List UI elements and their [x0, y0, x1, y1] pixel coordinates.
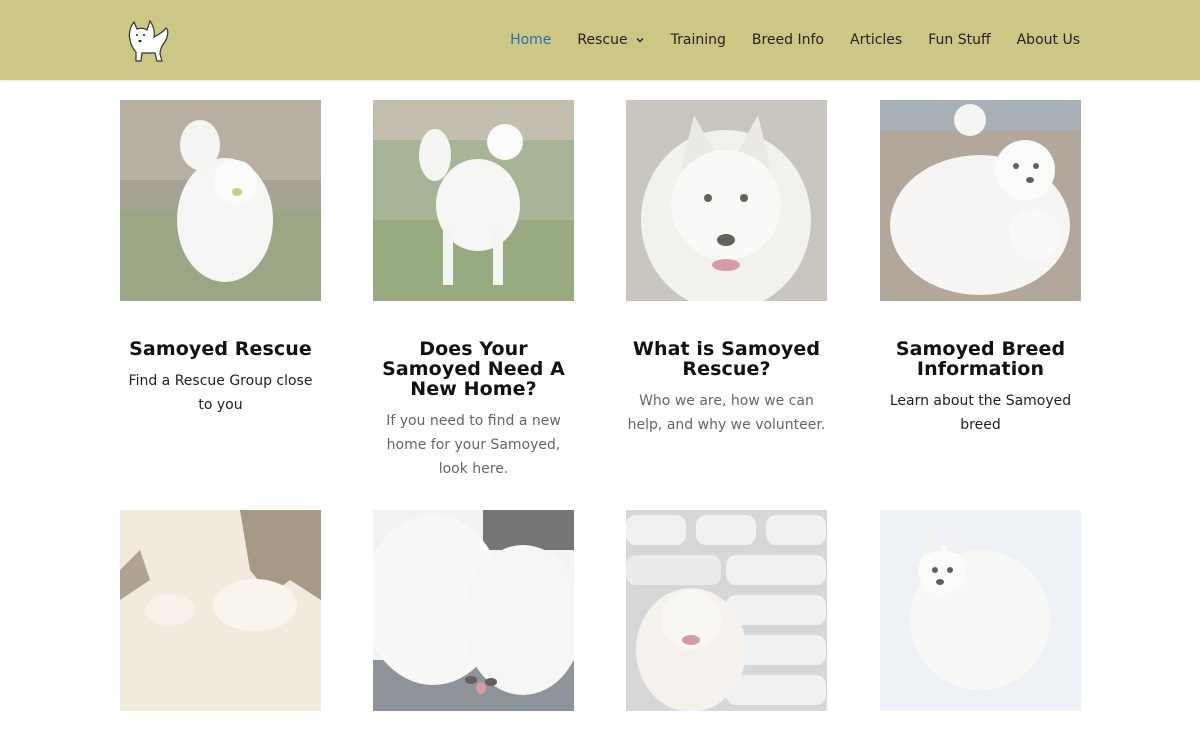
card-title[interactable]: Does Your Samoyed Need A New Home?	[373, 339, 574, 399]
samoyed-logo-icon[interactable]	[122, 18, 172, 64]
dog-with-bark-bags-photo[interactable]	[626, 510, 827, 711]
dog-portrait-photo[interactable]	[626, 100, 827, 301]
dogs-in-snow-photo[interactable]	[120, 510, 321, 711]
puppies-photo[interactable]	[880, 100, 1081, 301]
site-header: Home Rescue Training Breed Info Articles…	[0, 0, 1200, 80]
card-what-is-rescue: What is Samoyed Rescue? Who we are, how …	[626, 100, 827, 437]
nav-home[interactable]: Home	[510, 30, 551, 50]
card-title[interactable]: What is Samoyed Rescue?	[626, 339, 827, 379]
card-row2-4	[880, 510, 1081, 711]
dog-running-photo[interactable]	[120, 100, 321, 301]
dogs-sleeping-photo[interactable]	[373, 510, 574, 711]
card-breed-info: Samoyed Breed Information Learn about th…	[880, 100, 1081, 437]
nav-training[interactable]: Training	[671, 30, 726, 50]
card-description: Learn about the Samoyed breed	[889, 393, 1072, 433]
card-new-home: Does Your Samoyed Need A New Home? If yo…	[373, 100, 574, 481]
nav-fun-stuff[interactable]: Fun Stuff	[928, 30, 990, 50]
card-samoyed-rescue: Samoyed Rescue Find a Rescue Group close…	[120, 100, 321, 417]
card-description: Find a Rescue Group close to you	[128, 373, 313, 413]
card-title[interactable]: Samoyed Rescue	[120, 339, 321, 359]
card-row2-1	[120, 510, 321, 711]
nav-breed-info[interactable]: Breed Info	[752, 30, 824, 50]
nav-about-us[interactable]: About Us	[1017, 30, 1080, 50]
card-row2-2	[373, 510, 574, 711]
nav-rescue[interactable]: Rescue	[577, 30, 644, 50]
card-description: Who we are, how we can help, and why we …	[627, 393, 826, 433]
dog-standing-grass-photo[interactable]	[373, 100, 574, 301]
card-row2-3	[626, 510, 827, 711]
dog-in-snow-photo[interactable]	[880, 510, 1081, 711]
card-title[interactable]: Samoyed Breed Information	[880, 339, 1081, 379]
card-description: If you need to find a new home for your …	[386, 413, 561, 477]
nav-articles[interactable]: Articles	[850, 30, 902, 50]
chevron-down-icon	[636, 38, 644, 43]
main-nav: Home Rescue Training Breed Info Articles…	[484, 30, 1080, 50]
